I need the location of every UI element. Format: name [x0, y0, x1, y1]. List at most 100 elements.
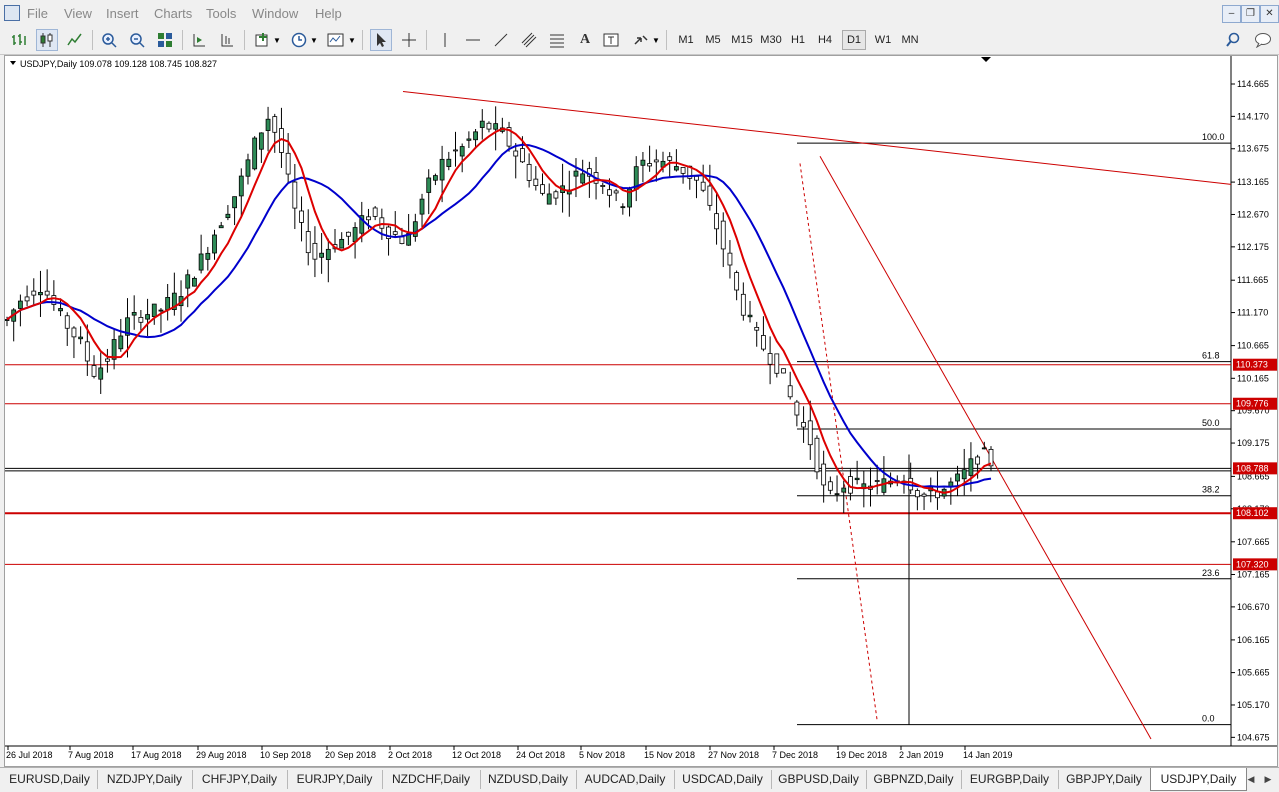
candle-body	[138, 316, 144, 323]
candle-body	[105, 358, 110, 362]
candle-body	[921, 493, 927, 497]
chart-tab-nzdusd[interactable]: NZDUSD,Daily	[480, 770, 577, 789]
price-chart[interactable]: 114.665 114.170 113.675 113.165 112.670 112.1…	[4, 55, 1278, 767]
candlestick-icon[interactable]	[36, 29, 58, 51]
chart-tab-gbpjpy[interactable]: GBPJPY,Daily	[1058, 770, 1151, 789]
candle-body	[767, 353, 773, 365]
price-tick-label: 110.165	[1237, 373, 1269, 383]
candle-body	[653, 159, 659, 163]
vertical-line-icon[interactable]	[434, 29, 456, 51]
chart-tab-eurgbp[interactable]: EURGBP,Daily	[961, 770, 1059, 789]
price-badge-label: 109.776	[1236, 399, 1269, 409]
menu-tools[interactable]: Tools	[206, 6, 236, 21]
chart-tab-gbpnzd[interactable]: GBPNZD,Daily	[866, 770, 962, 789]
minimize-icon[interactable]: –	[1222, 5, 1241, 23]
menu-charts[interactable]: Charts	[154, 6, 192, 21]
menu-insert[interactable]: Insert	[106, 6, 139, 21]
search-icon[interactable]	[1222, 29, 1244, 51]
dropdown-arrow-icon[interactable]: ▼	[348, 36, 356, 45]
cursor-icon[interactable]	[370, 29, 392, 51]
price-tick-label: 114.170	[1237, 111, 1269, 121]
chart-tab-usdjpy[interactable]: USDJPY,Daily	[1150, 768, 1247, 791]
app-icon	[4, 5, 20, 21]
price-tick-label: 112.670	[1237, 209, 1269, 219]
restore-icon[interactable]: ❐	[1241, 5, 1260, 23]
trendline-icon[interactable]	[490, 29, 512, 51]
chart-tab-gbpusd[interactable]: GBPUSD,Daily	[771, 770, 867, 789]
chart-tab-audcad[interactable]: AUDCAD,Daily	[576, 770, 675, 789]
auto-scroll-icon[interactable]	[216, 29, 238, 51]
candle-body	[533, 178, 539, 186]
candle-body	[841, 487, 847, 493]
dropdown-arrow-icon[interactable]: ▼	[652, 36, 660, 45]
timeframe-h4[interactable]: H4	[815, 30, 835, 50]
chart-shift-icon[interactable]	[188, 29, 210, 51]
tab-scroll-right-icon[interactable]: ▶	[1262, 772, 1274, 786]
candle-body	[854, 477, 860, 481]
date-label: 15 Nov 2018	[644, 750, 695, 760]
chart-tab-chfjpy[interactable]: CHFJPY,Daily	[192, 770, 288, 789]
candle-body	[265, 118, 271, 131]
close-icon[interactable]: ✕	[1260, 5, 1279, 23]
price-tick-label: 111.665	[1237, 275, 1268, 285]
candle-body	[553, 191, 559, 199]
candle-body	[225, 213, 231, 219]
chat-icon[interactable]	[1252, 29, 1274, 51]
horizontal-line-icon[interactable]	[462, 29, 484, 51]
price-tick-label: 104.675	[1237, 732, 1270, 742]
candle-body	[165, 297, 171, 311]
text-tool-icon[interactable]: A	[574, 29, 596, 51]
templates-icon[interactable]	[325, 29, 347, 51]
crosshair-icon[interactable]	[398, 29, 420, 51]
chart-tab-nzdjpy[interactable]: NZDJPY,Daily	[97, 770, 193, 789]
candle-body	[513, 150, 519, 157]
channel-icon[interactable]	[518, 29, 540, 51]
bar-chart-icon[interactable]	[8, 29, 30, 51]
dropdown-arrow-icon[interactable]: ▼	[310, 36, 318, 45]
candle-body	[526, 163, 532, 181]
dropdown-arrow-icon[interactable]: ▼	[273, 36, 281, 45]
candlestick-series	[5, 106, 994, 514]
timeframe-mn[interactable]: MN	[899, 30, 921, 50]
chart-tab-eurusd[interactable]: EURUSD,Daily	[2, 770, 98, 789]
menu-file[interactable]: File	[27, 6, 48, 21]
candle-body	[98, 367, 104, 380]
candle-body	[285, 152, 291, 175]
line-chart-icon[interactable]	[64, 29, 86, 51]
menu-help[interactable]: Help	[315, 6, 342, 21]
timeframe-m1[interactable]: M1	[676, 30, 696, 50]
candle-body	[520, 148, 525, 163]
menu-bar: File View Insert Charts Tools Window Hel…	[0, 0, 1279, 26]
text-label-icon[interactable]	[600, 29, 622, 51]
chart-canvas[interactable]: 114.665 114.170 113.675 113.165 112.670 112.1…	[5, 56, 1278, 767]
candle-body	[466, 138, 472, 141]
indicators-icon[interactable]	[252, 29, 274, 51]
chart-tab-nzdchf[interactable]: NZDCHF,Daily	[382, 770, 481, 789]
zoom-in-icon[interactable]	[98, 29, 120, 51]
fibonacci-icon[interactable]	[546, 29, 568, 51]
date-label: 19 Dec 2018	[836, 750, 887, 760]
timeframe-w1[interactable]: W1	[872, 30, 894, 50]
timeframe-m15[interactable]: M15	[728, 30, 756, 50]
candle-body	[459, 146, 465, 157]
timeframe-m5[interactable]: M5	[703, 30, 723, 50]
tile-windows-icon[interactable]	[154, 29, 176, 51]
chart-tab-eurjpy[interactable]: EURJPY,Daily	[287, 770, 383, 789]
candle-body	[232, 196, 237, 209]
candle-body	[546, 193, 552, 205]
candle-body	[493, 123, 499, 130]
zoom-out-icon[interactable]	[126, 29, 148, 51]
candle-body	[794, 401, 800, 416]
date-label: 29 Aug 2018	[196, 750, 247, 760]
menu-window[interactable]: Window	[252, 6, 298, 21]
candle-body	[453, 149, 458, 152]
price-tick-label: 112.175	[1237, 242, 1269, 252]
timeframe-d1[interactable]: D1	[842, 30, 866, 50]
menu-view[interactable]: View	[64, 6, 92, 21]
chart-tab-usdcad[interactable]: USDCAD,Daily	[674, 770, 772, 789]
timeframe-h1[interactable]: H1	[788, 30, 808, 50]
candle-body	[955, 473, 960, 482]
timeframe-m30[interactable]: M30	[757, 30, 785, 50]
arrows-icon[interactable]	[630, 29, 652, 51]
periods-clock-icon[interactable]	[288, 29, 310, 51]
